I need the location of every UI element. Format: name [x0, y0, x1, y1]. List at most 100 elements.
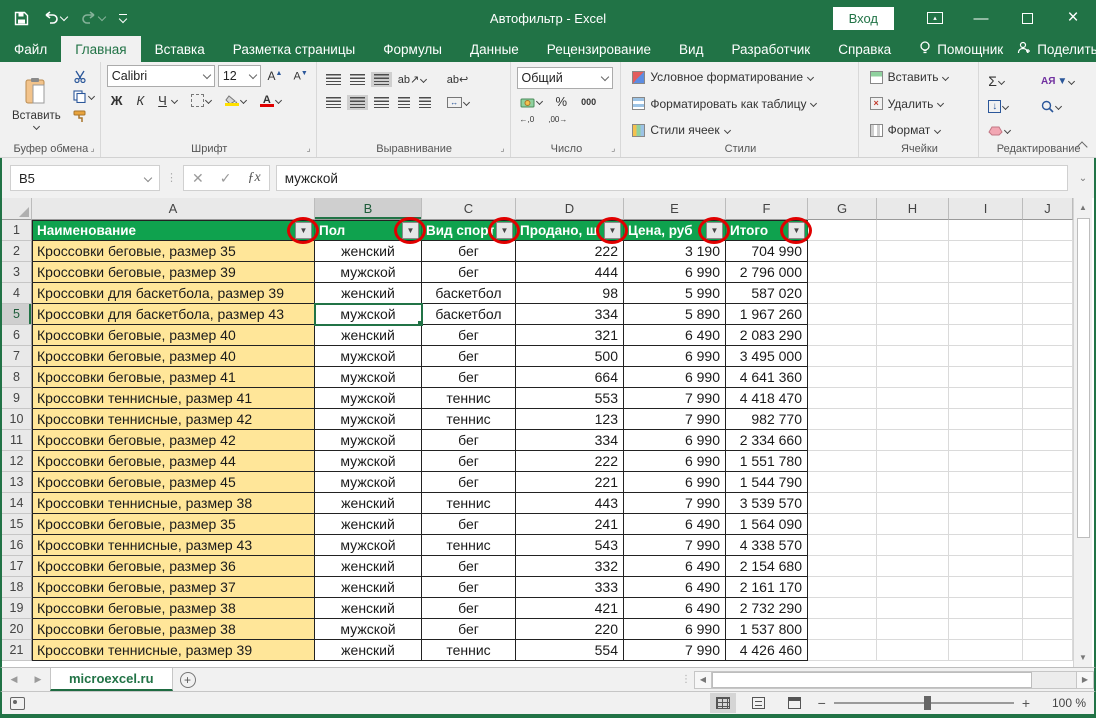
data-cell[interactable]: 3 495 000: [726, 346, 808, 367]
empty-cell[interactable]: [877, 514, 949, 535]
column-header-F[interactable]: F: [726, 198, 808, 220]
data-cell[interactable]: 332: [516, 556, 624, 577]
data-cell[interactable]: 333: [516, 577, 624, 598]
data-cell[interactable]: 6 490: [624, 514, 726, 535]
row-header-11[interactable]: 11: [2, 430, 32, 451]
data-cell[interactable]: Кроссовки беговые, размер 44: [32, 451, 315, 472]
empty-cell[interactable]: [877, 556, 949, 577]
data-cell[interactable]: 7 990: [624, 388, 726, 409]
empty-cell[interactable]: [808, 346, 877, 367]
increase-decimal-icon[interactable]: ←,0: [517, 114, 538, 127]
empty-cell[interactable]: [808, 577, 877, 598]
data-cell[interactable]: теннис: [422, 535, 516, 556]
filter-header-cell[interactable]: Цена, руб▼: [624, 220, 726, 241]
data-cell[interactable]: мужской: [315, 262, 422, 283]
find-select-button[interactable]: [1038, 98, 1092, 115]
data-cell[interactable]: бег: [422, 430, 516, 451]
empty-cell[interactable]: [877, 262, 949, 283]
tab-ribbon[interactable]: Вставка: [141, 36, 219, 62]
cell-styles-button[interactable]: Стили ячеек: [629, 122, 851, 138]
data-cell[interactable]: Кроссовки беговые, размер 35: [32, 514, 315, 535]
customize-qat-icon[interactable]: [119, 14, 127, 22]
decrease-decimal-icon[interactable]: ,00→: [545, 114, 570, 127]
empty-cell[interactable]: [877, 493, 949, 514]
undo-icon[interactable]: [43, 11, 67, 25]
data-cell[interactable]: 543: [516, 535, 624, 556]
data-cell[interactable]: бег: [422, 451, 516, 472]
data-cell[interactable]: 2 083 290: [726, 325, 808, 346]
data-cell[interactable]: Кроссовки для баскетбола, размер 43: [32, 304, 315, 325]
data-cell[interactable]: Кроссовки беговые, размер 41: [32, 367, 315, 388]
data-cell[interactable]: мужской: [315, 619, 422, 640]
align-left-icon[interactable]: [323, 95, 344, 110]
data-cell[interactable]: мужской: [315, 535, 422, 556]
autofilter-dropdown-icon[interactable]: ▼: [706, 222, 723, 239]
data-cell[interactable]: Кроссовки беговые, размер 35: [32, 241, 315, 262]
font-dialog-launcher-icon[interactable]: ⌟: [307, 143, 311, 154]
data-cell[interactable]: 3 539 570: [726, 493, 808, 514]
data-cell[interactable]: 704 990: [726, 241, 808, 262]
data-cell[interactable]: 500: [516, 346, 624, 367]
empty-cell[interactable]: [877, 283, 949, 304]
data-cell[interactable]: 321: [516, 325, 624, 346]
ribbon-display-options-icon[interactable]: ▴: [912, 0, 958, 36]
zoom-out-icon[interactable]: −: [818, 696, 826, 710]
empty-cell[interactable]: [808, 535, 877, 556]
row-header-2[interactable]: 2: [2, 241, 32, 262]
row-header-14[interactable]: 14: [2, 493, 32, 514]
data-cell[interactable]: бег: [422, 619, 516, 640]
insert-function-icon[interactable]: ƒx: [247, 170, 260, 186]
font-name-select[interactable]: Calibri: [107, 65, 215, 87]
data-cell[interactable]: теннис: [422, 409, 516, 430]
data-cell[interactable]: 4 426 460: [726, 640, 808, 661]
empty-cell[interactable]: [1023, 241, 1073, 262]
empty-cell[interactable]: [1023, 556, 1073, 577]
empty-cell[interactable]: [1023, 409, 1073, 430]
data-cell[interactable]: 6 990: [624, 430, 726, 451]
empty-cell[interactable]: [808, 430, 877, 451]
autofilter-dropdown-icon[interactable]: ▼: [496, 222, 513, 239]
data-cell[interactable]: 1 551 780: [726, 451, 808, 472]
data-cell[interactable]: Кроссовки беговые, размер 45: [32, 472, 315, 493]
data-cell[interactable]: бег: [422, 241, 516, 262]
data-cell[interactable]: 6 990: [624, 262, 726, 283]
empty-cell[interactable]: [1023, 304, 1073, 325]
new-sheet-icon[interactable]: +: [180, 672, 196, 688]
data-cell[interactable]: 1 544 790: [726, 472, 808, 493]
data-cell[interactable]: 2 796 000: [726, 262, 808, 283]
data-cell[interactable]: 1 537 800: [726, 619, 808, 640]
align-bottom-icon[interactable]: [371, 72, 392, 87]
empty-cell[interactable]: [1023, 535, 1073, 556]
empty-cell[interactable]: [877, 577, 949, 598]
format-painter-button[interactable]: [71, 109, 96, 124]
empty-cell[interactable]: [1023, 262, 1073, 283]
data-cell[interactable]: теннис: [422, 493, 516, 514]
data-cell[interactable]: мужской: [315, 430, 422, 451]
data-cell[interactable]: 7 990: [624, 535, 726, 556]
empty-cell[interactable]: [1023, 325, 1073, 346]
data-cell[interactable]: 98: [516, 283, 624, 304]
underline-button[interactable]: Ч: [154, 91, 181, 110]
percent-style-icon[interactable]: %: [553, 92, 571, 111]
page-layout-view-icon[interactable]: [746, 693, 772, 713]
data-cell[interactable]: женский: [315, 556, 422, 577]
data-cell[interactable]: бег: [422, 598, 516, 619]
close-icon[interactable]: ×: [1050, 0, 1096, 36]
fill-button[interactable]: ↓: [985, 98, 1028, 115]
data-cell[interactable]: 587 020: [726, 283, 808, 304]
borders-button[interactable]: [187, 92, 215, 109]
formula-bar-splitter[interactable]: ⋮: [166, 175, 177, 182]
decrease-indent-icon[interactable]: [395, 95, 413, 110]
data-cell[interactable]: 2 732 290: [726, 598, 808, 619]
data-cell[interactable]: женский: [315, 283, 422, 304]
empty-cell[interactable]: [808, 598, 877, 619]
data-cell[interactable]: Кроссовки беговые, размер 38: [32, 598, 315, 619]
row-header-17[interactable]: 17: [2, 556, 32, 577]
empty-cell[interactable]: [949, 283, 1023, 304]
data-cell[interactable]: Кроссовки беговые, размер 40: [32, 325, 315, 346]
empty-cell[interactable]: [808, 262, 877, 283]
delete-cells-button[interactable]: × Удалить: [867, 96, 973, 112]
alignment-dialog-launcher-icon[interactable]: ⌟: [500, 143, 504, 154]
row-header-5[interactable]: 5: [2, 304, 32, 325]
align-center-icon[interactable]: [347, 95, 368, 110]
